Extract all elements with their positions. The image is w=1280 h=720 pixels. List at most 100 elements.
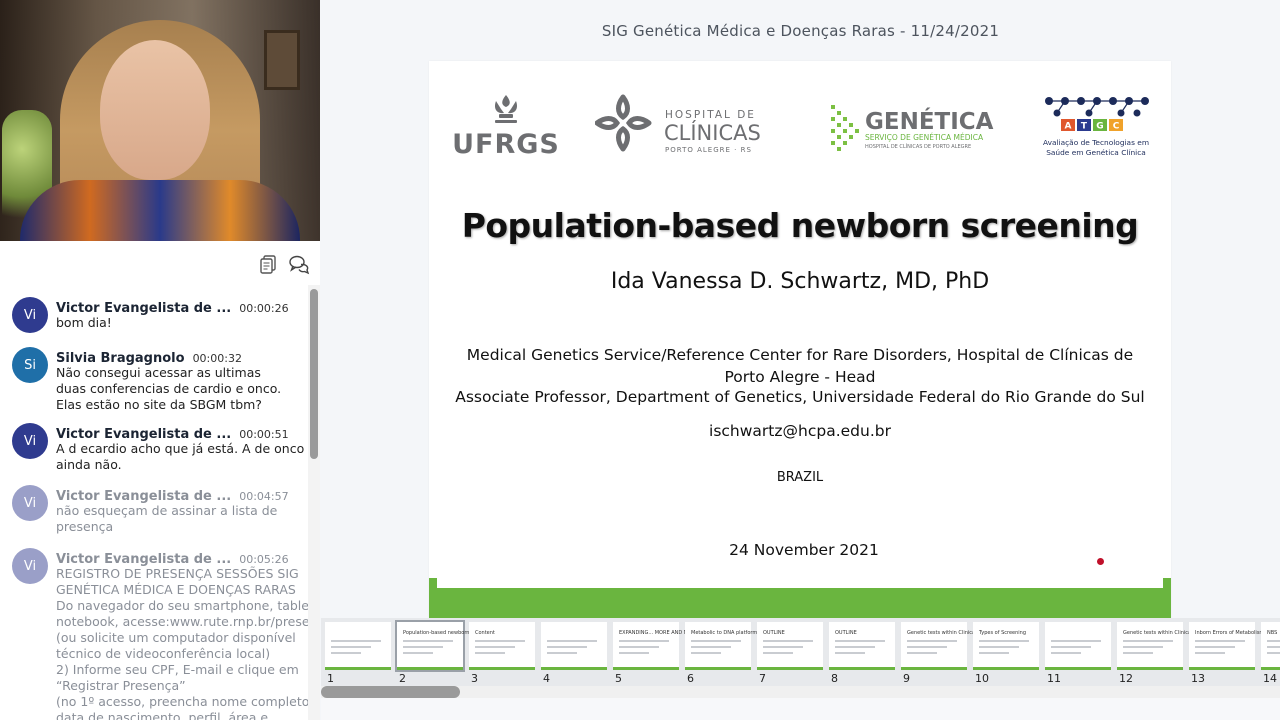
- video-speaker-shirt: [20, 180, 300, 241]
- slide-thumbnail-preview[interactable]: Population-based newborn screening: [395, 620, 495, 672]
- slide-thumbnail-text-line: [763, 646, 803, 648]
- slide-thumbnail-text-line: [1195, 652, 1225, 654]
- slide-thumbnail[interactable]: Population-based newborn screening 2: [395, 620, 495, 686]
- avatar: Vi: [12, 297, 48, 333]
- slide-thumbnail-number: 5: [615, 672, 622, 685]
- slide-thumbnail-text-line: [403, 646, 443, 648]
- slide-affiliation-2: Associate Professor, Department of Genet…: [455, 388, 1145, 406]
- slide-thumbnail-text-line: [979, 646, 1019, 648]
- slide-thumbnail-preview[interactable]: NBS: [1261, 622, 1280, 670]
- session-title: SIG Genética Médica e Doenças Raras - 11…: [601, 22, 1000, 40]
- slide-thumbnail-text-line: [1123, 646, 1163, 648]
- slide-thumbnail-text-line: [1267, 640, 1280, 642]
- slide-thumbnail[interactable]: Genetic tests within Clinical Medicine 9: [899, 620, 1000, 686]
- slide-thumbnail-preview[interactable]: [325, 622, 391, 670]
- slide-thumbnail-preview[interactable]: Types of Screening: [973, 622, 1039, 670]
- copy-icon[interactable]: [258, 253, 280, 275]
- chat-timestamp: 00:05:26: [239, 553, 289, 566]
- slide-thumbnail[interactable]: EXPANDING... MORE AND MORE 5: [611, 620, 699, 686]
- slide-thumbnail-text-line: [979, 640, 1029, 642]
- thumbnail-scrollbar[interactable]: [321, 686, 1280, 698]
- slide-thumbnail-preview[interactable]: Content: [469, 622, 535, 670]
- slide-thumbnail-text-line: [763, 652, 793, 654]
- hospital-de-clinicas-logo: HOSPITAL DE CLÍNICAS PORTO ALEGRE · RS: [595, 94, 761, 154]
- chat-bubbles-icon[interactable]: [288, 253, 310, 275]
- chat-message-line: presença: [56, 519, 114, 534]
- atgc-logo-line2: Saúde em Genética Clínica: [1046, 148, 1146, 157]
- chat-timestamp: 00:04:57: [239, 490, 289, 503]
- slide-thumbnail[interactable]: Inborn Errors of Metabolism (IEM): Newbo…: [1187, 620, 1280, 686]
- slide-thumbnail-text-line: [619, 646, 659, 648]
- chat-sender-name: Victor Evangelista de ...: [56, 301, 232, 316]
- slide-thumbnail[interactable]: 11: [1043, 620, 1115, 686]
- chat-message-header: Victor Evangelista de ... 00:05:26: [56, 548, 289, 567]
- chat-scrollbar-thumb[interactable]: [310, 289, 318, 459]
- chat-message-line: data de nascimento, perfil, área e: [56, 710, 269, 720]
- slide-thumbnail-preview[interactable]: [541, 622, 607, 670]
- chat-message-line: Não consegui acessar as ultimas: [56, 365, 261, 380]
- slide-thumbnail-number: 14: [1263, 672, 1277, 685]
- chat-message-line: “Registrar Presença”: [56, 678, 186, 693]
- avatar: Vi: [12, 485, 48, 521]
- bottom-bar: [321, 698, 1280, 720]
- chat-message: Vi Victor Evangelista de ... 00:05:26 REGIS…: [0, 548, 308, 720]
- slide-thumbnail-text-line: [907, 652, 937, 654]
- slide-thumbnail-preview[interactable]: OUTLINE: [829, 622, 895, 670]
- slide-thumbnail[interactable]: Content 3: [467, 620, 539, 686]
- slide-thumbnail-number: 4: [543, 672, 550, 685]
- slide-thumbnail-preview[interactable]: Inborn Errors of Metabolism (IEM): Newbo…: [1189, 622, 1280, 670]
- slide-thumbnail-caption: Content: [475, 630, 495, 636]
- ufrgs-logo: UFRGS: [452, 95, 559, 160]
- slide-thumbnail-preview[interactable]: Metabolic to DNA platforms for screening: [685, 622, 794, 670]
- slide-thumbnail-text-line: [907, 640, 957, 642]
- slide-thumbnail-text-line: [475, 640, 525, 642]
- chat-message-text: Não consegui acessar as ultimas duas conf…: [56, 365, 308, 413]
- genetica-logo-line1: GENÉTICA: [865, 107, 994, 135]
- chat-timestamp: 00:00:26: [239, 302, 289, 315]
- atgc-letter-t: T: [1081, 122, 1088, 132]
- slide-thumbnail[interactable]: Types of Screening 10: [971, 620, 1043, 686]
- chat-message-line: (ou solicite um computador disponível: [56, 630, 296, 645]
- slide-thumbnail-preview[interactable]: [1045, 622, 1111, 670]
- chat-toolbar: [0, 241, 320, 285]
- slide-thumbnail[interactable]: OUTLINE 7: [755, 620, 827, 686]
- slide-thumbnail-preview[interactable]: Genetic tests within Clinical Medicine: [901, 622, 1000, 670]
- slide-author: Ida Vanessa D. Schwartz, MD, PhD: [610, 269, 990, 294]
- slide-thumbnail-preview[interactable]: OUTLINE: [757, 622, 823, 670]
- slide-thumbnail-text-line: [979, 652, 1009, 654]
- slide-thumbnail-caption: OUTLINE: [763, 630, 785, 636]
- slide-date: 24 November 2021: [729, 541, 879, 559]
- slide-thumbnail[interactable]: Metabolic to DNA platforms for screening…: [683, 620, 794, 686]
- slide-thumbnail-number: 6: [687, 672, 694, 685]
- slide-thumbnail-number: 7: [759, 672, 766, 685]
- slide-thumbnail[interactable]: OUTLINE 8: [827, 620, 899, 686]
- laser-pointer-dot: [1097, 558, 1104, 565]
- chat-message-line: Do navegador do seu smartphone, tablet: [56, 598, 308, 613]
- slide-footer-bar: [429, 578, 1171, 618]
- presentation-slide: UFRGS HOSPITAL DE CLÍNICAS PORTO ALEGRE …: [429, 61, 1171, 618]
- genetica-logo: GENÉTICA SERVIÇO DE GENÉTICA MÉDICA HOSP…: [831, 105, 994, 151]
- chat-message-header: Victor Evangelista de ... 00:00:26: [56, 297, 289, 316]
- slide-thumbnail[interactable]: 1: [323, 620, 395, 686]
- slide-thumbnail-text-line: [907, 646, 947, 648]
- atgc-letter-a: A: [1065, 122, 1072, 132]
- chat-message-header: Victor Evangelista de ... 00:00:51: [56, 423, 289, 442]
- slide-thumbnail-preview[interactable]: Genetic tests within Clinical Medicine: [1117, 622, 1216, 670]
- slide-thumbnail[interactable]: NBS 14: [1259, 620, 1280, 686]
- slide-thumbnail-text-line: [835, 646, 875, 648]
- slide-thumbnail-text-line: [331, 640, 381, 642]
- slide-thumbnail-preview[interactable]: EXPANDING... MORE AND MORE: [613, 622, 699, 670]
- chat-message-line: bom dia!: [56, 315, 112, 330]
- thumbnail-scrollbar-thumb[interactable]: [321, 686, 460, 698]
- slide-thumbnail-text-line: [1123, 652, 1153, 654]
- slide-thumbnail-number: 3: [471, 672, 478, 685]
- hcpa-logo-line3: PORTO ALEGRE · RS: [665, 146, 752, 154]
- avatar: Si: [12, 347, 48, 383]
- slide-thumbnail[interactable]: Genetic tests within Clinical Medicine 12: [1115, 620, 1216, 686]
- chat-message-header: Victor Evangelista de ... 00:04:57: [56, 485, 289, 504]
- chat-timestamp: 00:00:32: [192, 352, 242, 365]
- chat-scrollbar[interactable]: [308, 285, 320, 720]
- slide-thumbnail-text-line: [1051, 640, 1101, 642]
- slide-thumbnail[interactable]: 4: [539, 620, 611, 686]
- chat-message-list[interactable]: Vi Victor Evangelista de ... 00:00:26 bom d…: [0, 285, 320, 720]
